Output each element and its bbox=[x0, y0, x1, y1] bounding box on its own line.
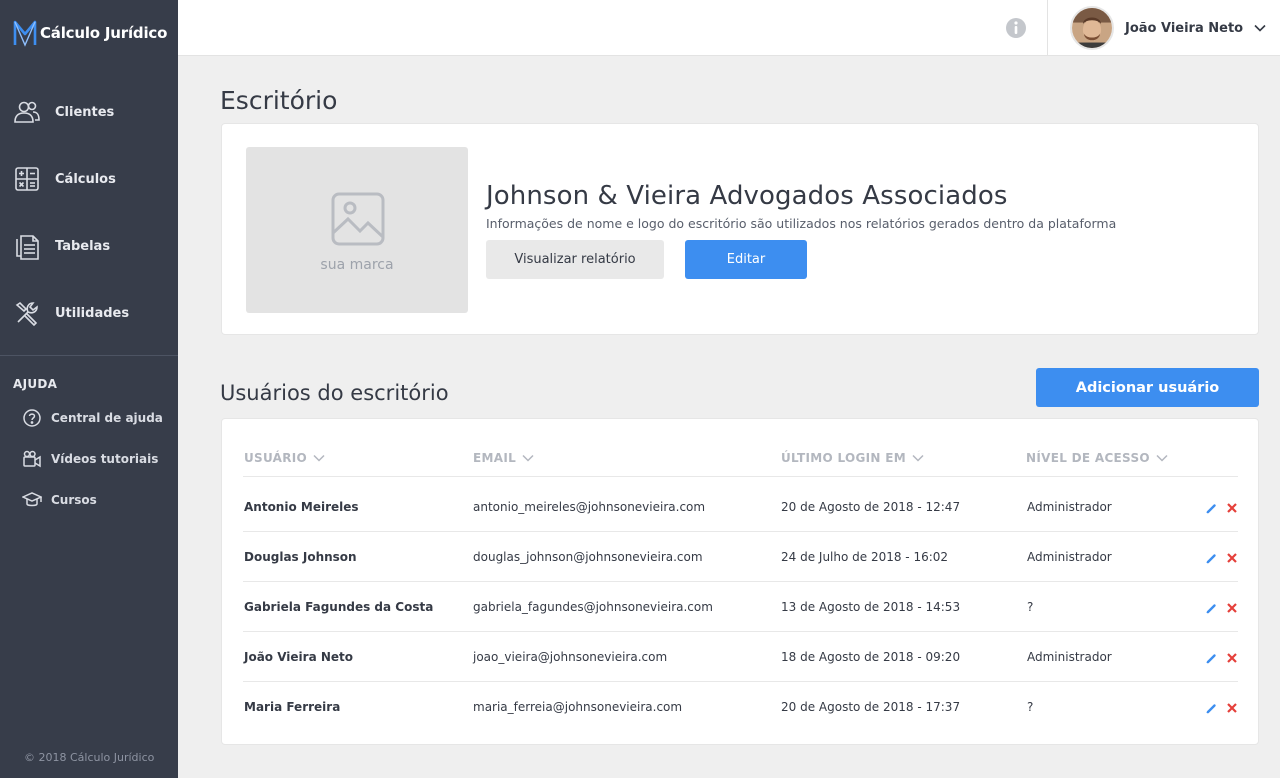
sidebar-item-label: Tabelas bbox=[55, 238, 111, 254]
user-name-cell: Maria Ferreira bbox=[244, 700, 341, 714]
info-icon[interactable] bbox=[1005, 17, 1027, 39]
help-item-videos[interactable]: Vídeos tutoriais bbox=[22, 447, 158, 471]
help-item-label: Vídeos tutoriais bbox=[51, 452, 159, 466]
sidebar-divider bbox=[0, 355, 178, 356]
user-name-cell: Gabriela Fagundes da Costa bbox=[244, 600, 434, 614]
user-email-cell: gabriela_fagundes@johnsonevieira.com bbox=[473, 600, 713, 614]
user-email-cell: antonio_meireles@johnsonevieira.com bbox=[473, 500, 706, 514]
user-last-login-cell: 20 de Agosto de 2018 - 17:37 bbox=[781, 700, 961, 714]
edit-pencil-icon[interactable] bbox=[1205, 651, 1219, 665]
user-email-cell: douglas_johnson@johnsonevieira.com bbox=[473, 550, 703, 564]
image-icon bbox=[331, 192, 385, 246]
delete-x-icon[interactable] bbox=[1225, 551, 1239, 565]
help-item-label: Cursos bbox=[51, 493, 97, 507]
delete-x-icon[interactable] bbox=[1225, 601, 1239, 615]
row-divider bbox=[243, 681, 1238, 682]
column-header-last-login[interactable]: ÚLTIMO LOGIN EM bbox=[781, 451, 925, 465]
help-item-central[interactable]: Central de ajuda bbox=[22, 406, 163, 430]
page-title: Escritório bbox=[220, 86, 338, 115]
top-bar: João Vieira Neto bbox=[178, 0, 1280, 56]
sidebar-item-label: Cálculos bbox=[55, 171, 116, 187]
users-table: USUÁRIO EMAIL ÚLTIMO LOGIN EM NÍVEL DE A… bbox=[221, 418, 1259, 745]
row-divider bbox=[243, 476, 1238, 477]
delete-x-icon[interactable] bbox=[1225, 501, 1239, 515]
tools-icon bbox=[13, 299, 41, 327]
user-name-cell: João Vieira Neto bbox=[244, 650, 354, 664]
column-header-label: USUÁRIO bbox=[244, 451, 308, 465]
edit-pencil-icon[interactable] bbox=[1205, 701, 1219, 715]
chevron-down-icon bbox=[1254, 24, 1266, 32]
edit-button[interactable]: Editar bbox=[685, 240, 807, 279]
document-icon bbox=[13, 232, 41, 260]
sidebar-item-clientes[interactable]: Clientes bbox=[0, 92, 178, 132]
column-header-label: ÚLTIMO LOGIN EM bbox=[781, 451, 906, 465]
office-description: Informações de nome e logo do escritório… bbox=[486, 216, 1117, 231]
sidebar-item-label: Utilidades bbox=[55, 305, 130, 321]
users-icon bbox=[13, 98, 41, 126]
user-access-cell: Administrador bbox=[1027, 500, 1112, 514]
sidebar: Cálculo Jurídico Clientes Cálculos Tabel… bbox=[0, 0, 178, 778]
video-icon bbox=[22, 449, 42, 469]
user-access-cell: ? bbox=[1027, 700, 1034, 714]
sidebar-item-label: Clientes bbox=[55, 104, 115, 120]
add-user-button[interactable]: Adicionar usuário bbox=[1036, 368, 1259, 407]
sidebar-item-utilidades[interactable]: Utilidades bbox=[0, 293, 178, 333]
delete-x-icon[interactable] bbox=[1225, 701, 1239, 715]
user-name-cell: Antonio Meireles bbox=[244, 500, 359, 514]
column-header-email[interactable]: EMAIL bbox=[473, 451, 535, 465]
row-divider bbox=[243, 631, 1238, 632]
user-last-login-cell: 18 de Agosto de 2018 - 09:20 bbox=[781, 650, 961, 664]
graduation-cap-icon bbox=[22, 490, 42, 510]
calculator-icon bbox=[13, 165, 41, 193]
logo-icon bbox=[13, 20, 37, 47]
chevron-down-icon bbox=[912, 454, 924, 462]
topbar-divider bbox=[1047, 0, 1048, 56]
user-access-cell: Administrador bbox=[1027, 650, 1112, 664]
user-last-login-cell: 20 de Agosto de 2018 - 12:47 bbox=[781, 500, 961, 514]
delete-x-icon[interactable] bbox=[1225, 651, 1239, 665]
avatar bbox=[1070, 6, 1114, 50]
user-last-login-cell: 13 de Agosto de 2018 - 14:53 bbox=[781, 600, 961, 614]
sidebar-item-calculos[interactable]: Cálculos bbox=[0, 159, 178, 199]
column-header-access-level[interactable]: NÍVEL DE ACESSO bbox=[1026, 451, 1169, 465]
user-access-cell: ? bbox=[1027, 600, 1034, 614]
row-divider bbox=[243, 531, 1238, 532]
column-header-label: EMAIL bbox=[473, 451, 517, 465]
chevron-down-icon bbox=[313, 454, 325, 462]
user-email-cell: maria_ferreia@johnsonevieira.com bbox=[473, 700, 683, 714]
edit-pencil-icon[interactable] bbox=[1205, 601, 1219, 615]
chevron-down-icon bbox=[522, 454, 534, 462]
users-section-title: Usuários do escritório bbox=[220, 381, 449, 405]
row-divider bbox=[243, 581, 1238, 582]
user-access-cell: Administrador bbox=[1027, 550, 1112, 564]
brand-upload-box[interactable]: sua marca bbox=[246, 147, 468, 313]
view-report-button[interactable]: Visualizar relatório bbox=[486, 240, 664, 279]
user-name: João Vieira Neto bbox=[1125, 20, 1244, 36]
brand-placeholder-label: sua marca bbox=[320, 257, 394, 273]
user-menu[interactable]: João Vieira Neto bbox=[1070, 6, 1267, 50]
office-card: sua marca Johnson & Vieira Advogados Ass… bbox=[221, 123, 1259, 335]
edit-pencil-icon[interactable] bbox=[1205, 551, 1219, 565]
help-item-cursos[interactable]: Cursos bbox=[22, 488, 97, 512]
user-email-cell: joao_vieira@johnsonevieira.com bbox=[473, 650, 668, 664]
app-logo[interactable]: Cálculo Jurídico bbox=[13, 18, 167, 48]
user-last-login-cell: 24 de Julho de 2018 - 16:02 bbox=[781, 550, 949, 564]
chevron-down-icon bbox=[1156, 454, 1168, 462]
edit-pencil-icon[interactable] bbox=[1205, 501, 1219, 515]
column-header-label: NÍVEL DE ACESSO bbox=[1026, 451, 1150, 465]
column-header-usuario[interactable]: USUÁRIO bbox=[244, 451, 326, 465]
help-section-title: AJUDA bbox=[13, 377, 58, 391]
help-item-label: Central de ajuda bbox=[51, 411, 163, 425]
help-circle-icon bbox=[22, 408, 42, 428]
sidebar-item-tabelas[interactable]: Tabelas bbox=[0, 226, 178, 266]
app-name: Cálculo Jurídico bbox=[40, 24, 168, 42]
user-name-cell: Douglas Johnson bbox=[244, 550, 357, 564]
office-name: Johnson & Vieira Advogados Associados bbox=[486, 181, 1008, 211]
copyright-text: © 2018 Cálculo Jurídico bbox=[24, 751, 155, 764]
